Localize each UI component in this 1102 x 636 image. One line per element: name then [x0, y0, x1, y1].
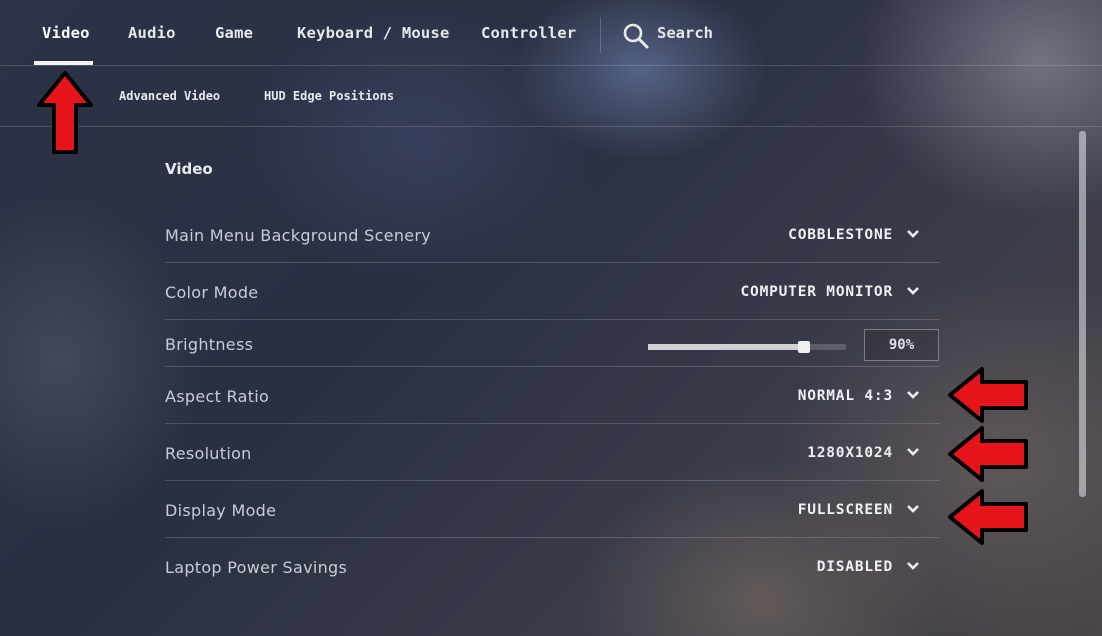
- sub-nav: Advanced Video HUD Edge Positions: [0, 67, 1102, 127]
- subtab-hud-edge-positions[interactable]: HUD Edge Positions: [264, 89, 394, 103]
- chevron-down-icon: [907, 448, 919, 456]
- tab-audio[interactable]: Audio: [128, 24, 176, 44]
- setting-value: COBBLESTONE: [788, 227, 893, 243]
- tab-keyboard-mouse[interactable]: Keyboard / Mouse: [297, 24, 450, 44]
- setting-row-laptop-power-savings[interactable]: Laptop Power Savings DISABLED: [165, 538, 940, 595]
- tab-controller[interactable]: Controller: [481, 24, 576, 44]
- search-icon: [623, 23, 649, 49]
- setting-label: Laptop Power Savings: [165, 558, 348, 577]
- setting-value: FULLSCREEN: [797, 502, 893, 518]
- arrow-left-icon: [948, 426, 1028, 482]
- tab-game[interactable]: Game: [215, 24, 253, 44]
- brightness-value-field[interactable]: 90%: [864, 329, 939, 361]
- arrow-up-icon: [37, 71, 93, 154]
- section-title: Video: [165, 160, 213, 178]
- setting-row-display-mode[interactable]: Display Mode FULLSCREEN: [165, 481, 940, 538]
- slider-handle[interactable]: [798, 341, 810, 353]
- subtab-advanced-video[interactable]: Advanced Video: [119, 89, 220, 103]
- setting-label: Resolution: [165, 444, 252, 463]
- setting-row-brightness: Brightness 90%: [165, 320, 940, 367]
- setting-label: Color Mode: [165, 283, 259, 302]
- setting-value: DISABLED: [816, 559, 893, 575]
- setting-value: COMPUTER MONITOR: [740, 284, 893, 300]
- chevron-down-icon: [907, 287, 919, 295]
- setting-value: 1280X1024: [807, 445, 893, 461]
- setting-value: NORMAL 4:3: [797, 388, 893, 404]
- setting-label: Aspect Ratio: [165, 387, 270, 406]
- slider-fill: [648, 344, 804, 350]
- nav-divider: [600, 17, 601, 53]
- setting-row-color-mode[interactable]: Color Mode COMPUTER MONITOR: [165, 263, 940, 320]
- arrow-left-icon: [948, 367, 1028, 423]
- setting-label: Display Mode: [165, 501, 277, 520]
- chevron-down-icon: [907, 391, 919, 399]
- arrow-left-icon: [948, 489, 1028, 545]
- scrollbar[interactable]: [1079, 131, 1086, 497]
- setting-label: Brightness: [165, 335, 254, 354]
- setting-row-background-scenery[interactable]: Main Menu Background Scenery COBBLESTONE: [165, 206, 940, 263]
- chevron-down-icon: [907, 230, 919, 238]
- brightness-slider[interactable]: [648, 341, 846, 353]
- setting-label: Main Menu Background Scenery: [165, 226, 432, 245]
- chevron-down-icon: [907, 562, 919, 570]
- chevron-down-icon: [907, 505, 919, 513]
- top-nav: Video Audio Game Keyboard / Mouse Contro…: [0, 0, 1102, 66]
- search-label: Search: [657, 24, 713, 42]
- tab-video[interactable]: Video: [42, 24, 90, 44]
- setting-row-aspect-ratio[interactable]: Aspect Ratio NORMAL 4:3: [165, 367, 940, 424]
- setting-row-resolution[interactable]: Resolution 1280X1024: [165, 424, 940, 481]
- active-tab-indicator: [34, 61, 93, 65]
